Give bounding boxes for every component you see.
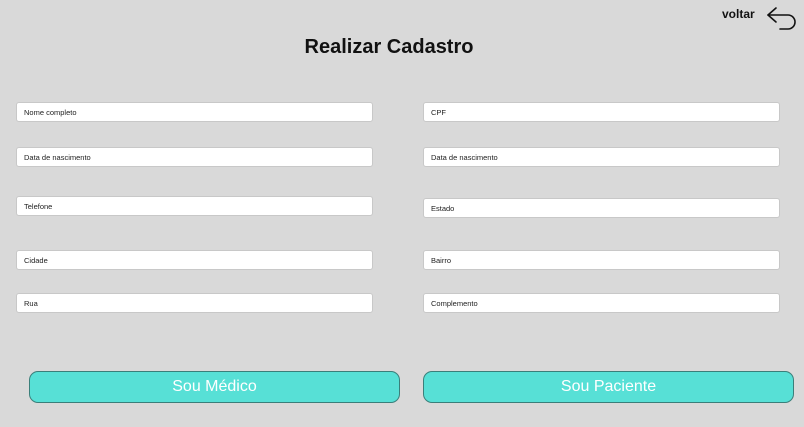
- sou-paciente-button[interactable]: Sou Paciente: [423, 371, 794, 403]
- rua-field[interactable]: [16, 293, 373, 313]
- bairro-field[interactable]: [423, 250, 780, 270]
- sou-medico-button[interactable]: Sou Médico: [29, 371, 400, 403]
- estado-field[interactable]: [423, 198, 780, 218]
- page-title: Realizar Cadastro: [304, 36, 474, 58]
- return-arrow-icon[interactable]: [764, 4, 798, 30]
- telefone-field[interactable]: [16, 196, 373, 216]
- cidade-field[interactable]: [16, 250, 373, 270]
- back-label: voltar: [722, 7, 755, 21]
- cpf-field[interactable]: [423, 102, 780, 122]
- data-nascimento-right-field[interactable]: [423, 147, 780, 167]
- nome-completo-field[interactable]: [16, 102, 373, 122]
- back-link[interactable]: voltar: [718, 4, 800, 30]
- data-nascimento-left-field[interactable]: [16, 147, 373, 167]
- complemento-field[interactable]: [423, 293, 780, 313]
